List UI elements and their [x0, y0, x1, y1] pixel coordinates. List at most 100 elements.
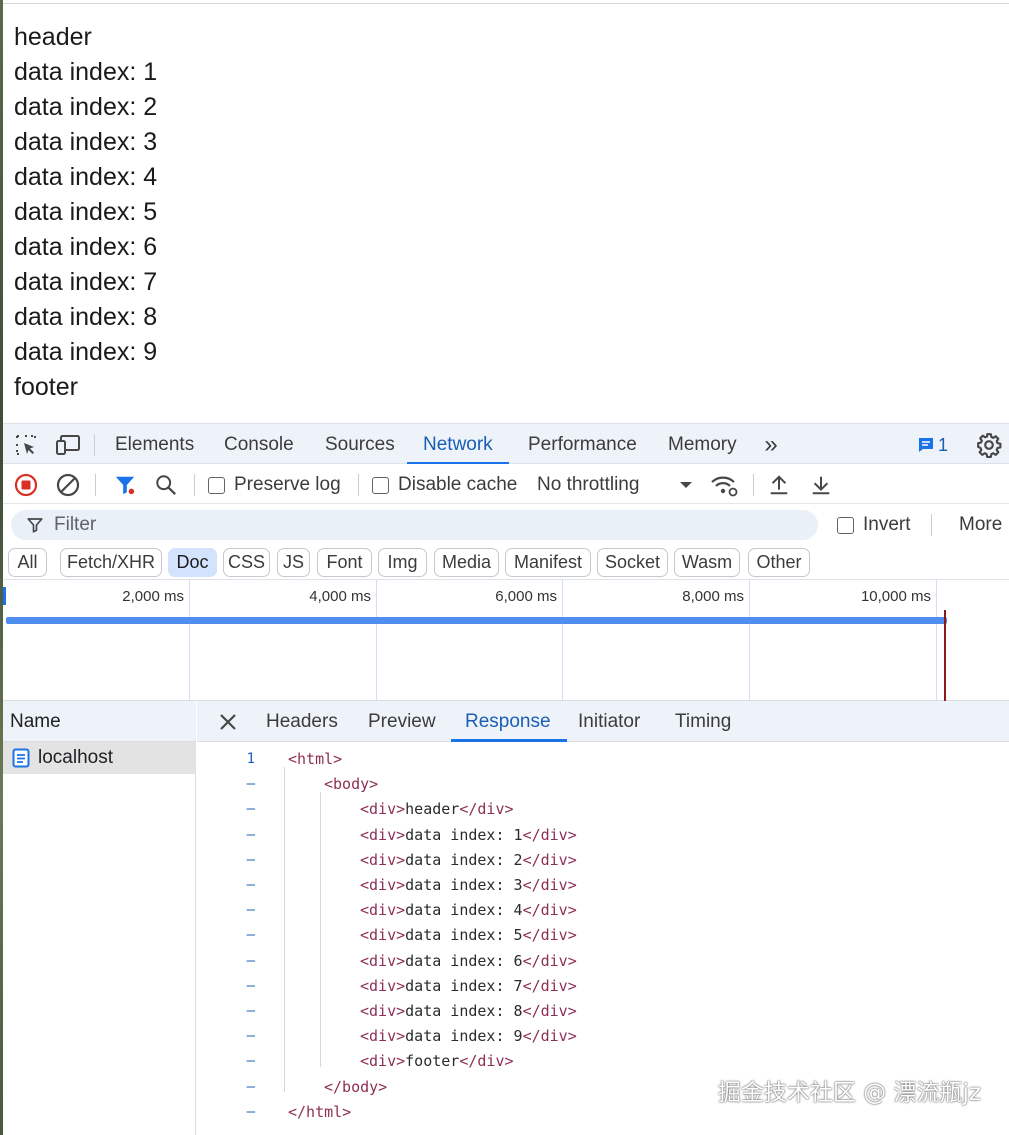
response-source: <div>data index: 6</div>	[360, 951, 577, 970]
line-number: 1	[246, 751, 255, 767]
response-line: – <div>data index: 6</div>	[197, 949, 897, 974]
line-number: –	[246, 1053, 255, 1070]
divider	[753, 474, 754, 496]
invert-checkbox[interactable]: Invert	[837, 513, 911, 537]
detail-tab-preview[interactable]: Preview	[368, 701, 436, 742]
line-number: –	[246, 801, 255, 818]
device-toolbar-icon[interactable]	[55, 432, 83, 458]
response-line: – <div>data index: 3</div>	[197, 873, 897, 898]
response-source: <div>data index: 2</div>	[360, 850, 577, 869]
preserve-log-label: Preserve log	[234, 474, 341, 495]
more-tabs-label: »	[764, 431, 778, 458]
issues-count: 1	[937, 434, 948, 455]
filter-funnel-icon[interactable]	[113, 473, 137, 497]
filter-input[interactable]: Filter	[11, 510, 818, 540]
line-number: –	[246, 902, 255, 919]
devtools-panel: Elements Console Sources Network Performance…	[3, 423, 1009, 1135]
inspect-element-icon[interactable]	[13, 432, 39, 458]
page-line: footer	[14, 373, 78, 401]
page-line: data index: 2	[14, 93, 158, 121]
tab-memory[interactable]: Memory	[668, 424, 737, 465]
response-line: – <div>data index: 1</div>	[197, 823, 897, 848]
preserve-log-checkbox[interactable]: Preserve log	[208, 473, 341, 497]
name-column-header[interactable]: Name	[3, 701, 196, 742]
response-source: <html>	[288, 750, 343, 768]
timeline-tick-label: 6,000 ms	[495, 588, 557, 605]
response-source: </body>	[324, 1077, 388, 1096]
timeline-gridline	[936, 580, 937, 701]
overview-left-handle[interactable]	[3, 587, 6, 605]
tab-sources[interactable]: Sources	[325, 424, 395, 465]
detail-tab-initiator[interactable]: Initiator	[578, 701, 640, 742]
response-source: <div>header</div>	[360, 800, 514, 819]
type-filter-all[interactable]: All	[8, 548, 47, 577]
type-filter-css[interactable]: CSS	[223, 548, 270, 577]
viewport-top-border	[3, 3, 1009, 4]
type-filter-img[interactable]: Img	[378, 548, 427, 577]
detail-tab-timing[interactable]: Timing	[675, 701, 731, 742]
request-detail: Headers Preview Response Initiator Timing 1 <…	[197, 701, 1009, 1135]
close-icon[interactable]	[217, 711, 239, 733]
line-number: –	[246, 877, 255, 893]
type-filter-fetch-xhr[interactable]: Fetch/XHR	[60, 548, 162, 577]
filter-icon	[27, 518, 43, 533]
response-source: <div>data index: 3</div>	[360, 876, 577, 894]
response-line: – <div>data index: 8</div>	[197, 999, 897, 1024]
type-filter-manifest[interactable]: Manifest	[505, 548, 591, 577]
disable-cache-checkbox[interactable]: Disable cache	[372, 473, 517, 497]
type-filter-media[interactable]: Media	[434, 548, 499, 577]
type-filter-socket[interactable]: Socket	[597, 548, 668, 577]
chevron-down-icon[interactable]	[677, 476, 695, 494]
line-number: –	[246, 977, 255, 994]
type-filter-js[interactable]: JS	[277, 548, 310, 577]
settings-gear-icon[interactable]	[975, 431, 1003, 459]
tab-console[interactable]: Console	[224, 424, 294, 465]
invert-label: Invert	[863, 514, 911, 535]
clear-icon[interactable]	[56, 473, 80, 497]
request-row[interactable]: localhost	[3, 742, 196, 774]
more-filters-button[interactable]: More	[959, 513, 1002, 537]
timeline-tick-label: 4,000 ms	[309, 588, 371, 605]
type-filter-other[interactable]: Other	[748, 548, 810, 577]
tab-performance[interactable]: Performance	[528, 424, 637, 465]
throttling-value: No throttling	[537, 474, 640, 495]
detail-tab-headers[interactable]: Headers	[266, 701, 338, 742]
timeline-gridline	[749, 580, 750, 701]
tab-elements[interactable]: Elements	[115, 424, 194, 465]
line-number: –	[246, 927, 255, 944]
upload-icon[interactable]	[767, 473, 791, 497]
tab-network[interactable]: Network	[407, 424, 509, 465]
page-content: header data index: 1 data index: 2 data ind…	[14, 20, 414, 405]
response-source: <div>footer</div>	[360, 1052, 514, 1071]
network-conditions-icon[interactable]	[709, 472, 739, 498]
line-number: –	[246, 1103, 255, 1120]
page-line: data index: 3	[14, 128, 158, 156]
waterfall-bar	[6, 617, 947, 624]
request-name: localhost	[38, 747, 113, 768]
checkbox-box	[208, 476, 225, 494]
throttling-select[interactable]: No throttling	[537, 473, 639, 497]
download-icon[interactable]	[809, 473, 833, 497]
page-line: data index: 8	[14, 303, 158, 331]
request-list: Name localhost	[3, 701, 196, 1135]
stop-recording-icon[interactable]	[14, 473, 38, 497]
more-tabs-icon[interactable]: »	[758, 431, 784, 458]
issues-button[interactable]: 1	[915, 433, 951, 457]
response-line: – <div>data index: 2</div>	[197, 848, 897, 873]
timeline-gridline	[376, 580, 377, 701]
issues-icon	[918, 438, 933, 452]
response-source: </html>	[288, 1102, 352, 1121]
document-icon	[12, 748, 30, 768]
detail-tab-response[interactable]: Response	[451, 701, 567, 742]
timeline-gridline	[189, 580, 190, 701]
response-source: <body>	[324, 775, 379, 794]
line-number: –	[246, 776, 255, 793]
line-number: –	[246, 952, 255, 969]
response-source: <div>data index: 4</div>	[360, 901, 577, 920]
response-source: <div>data index: 7</div>	[360, 976, 577, 995]
page-line: data index: 7	[14, 268, 158, 296]
type-filter-font[interactable]: Font	[317, 548, 372, 577]
type-filter-wasm[interactable]: Wasm	[674, 548, 740, 577]
search-icon[interactable]	[154, 473, 178, 497]
type-filter-doc[interactable]: Doc	[168, 548, 217, 577]
